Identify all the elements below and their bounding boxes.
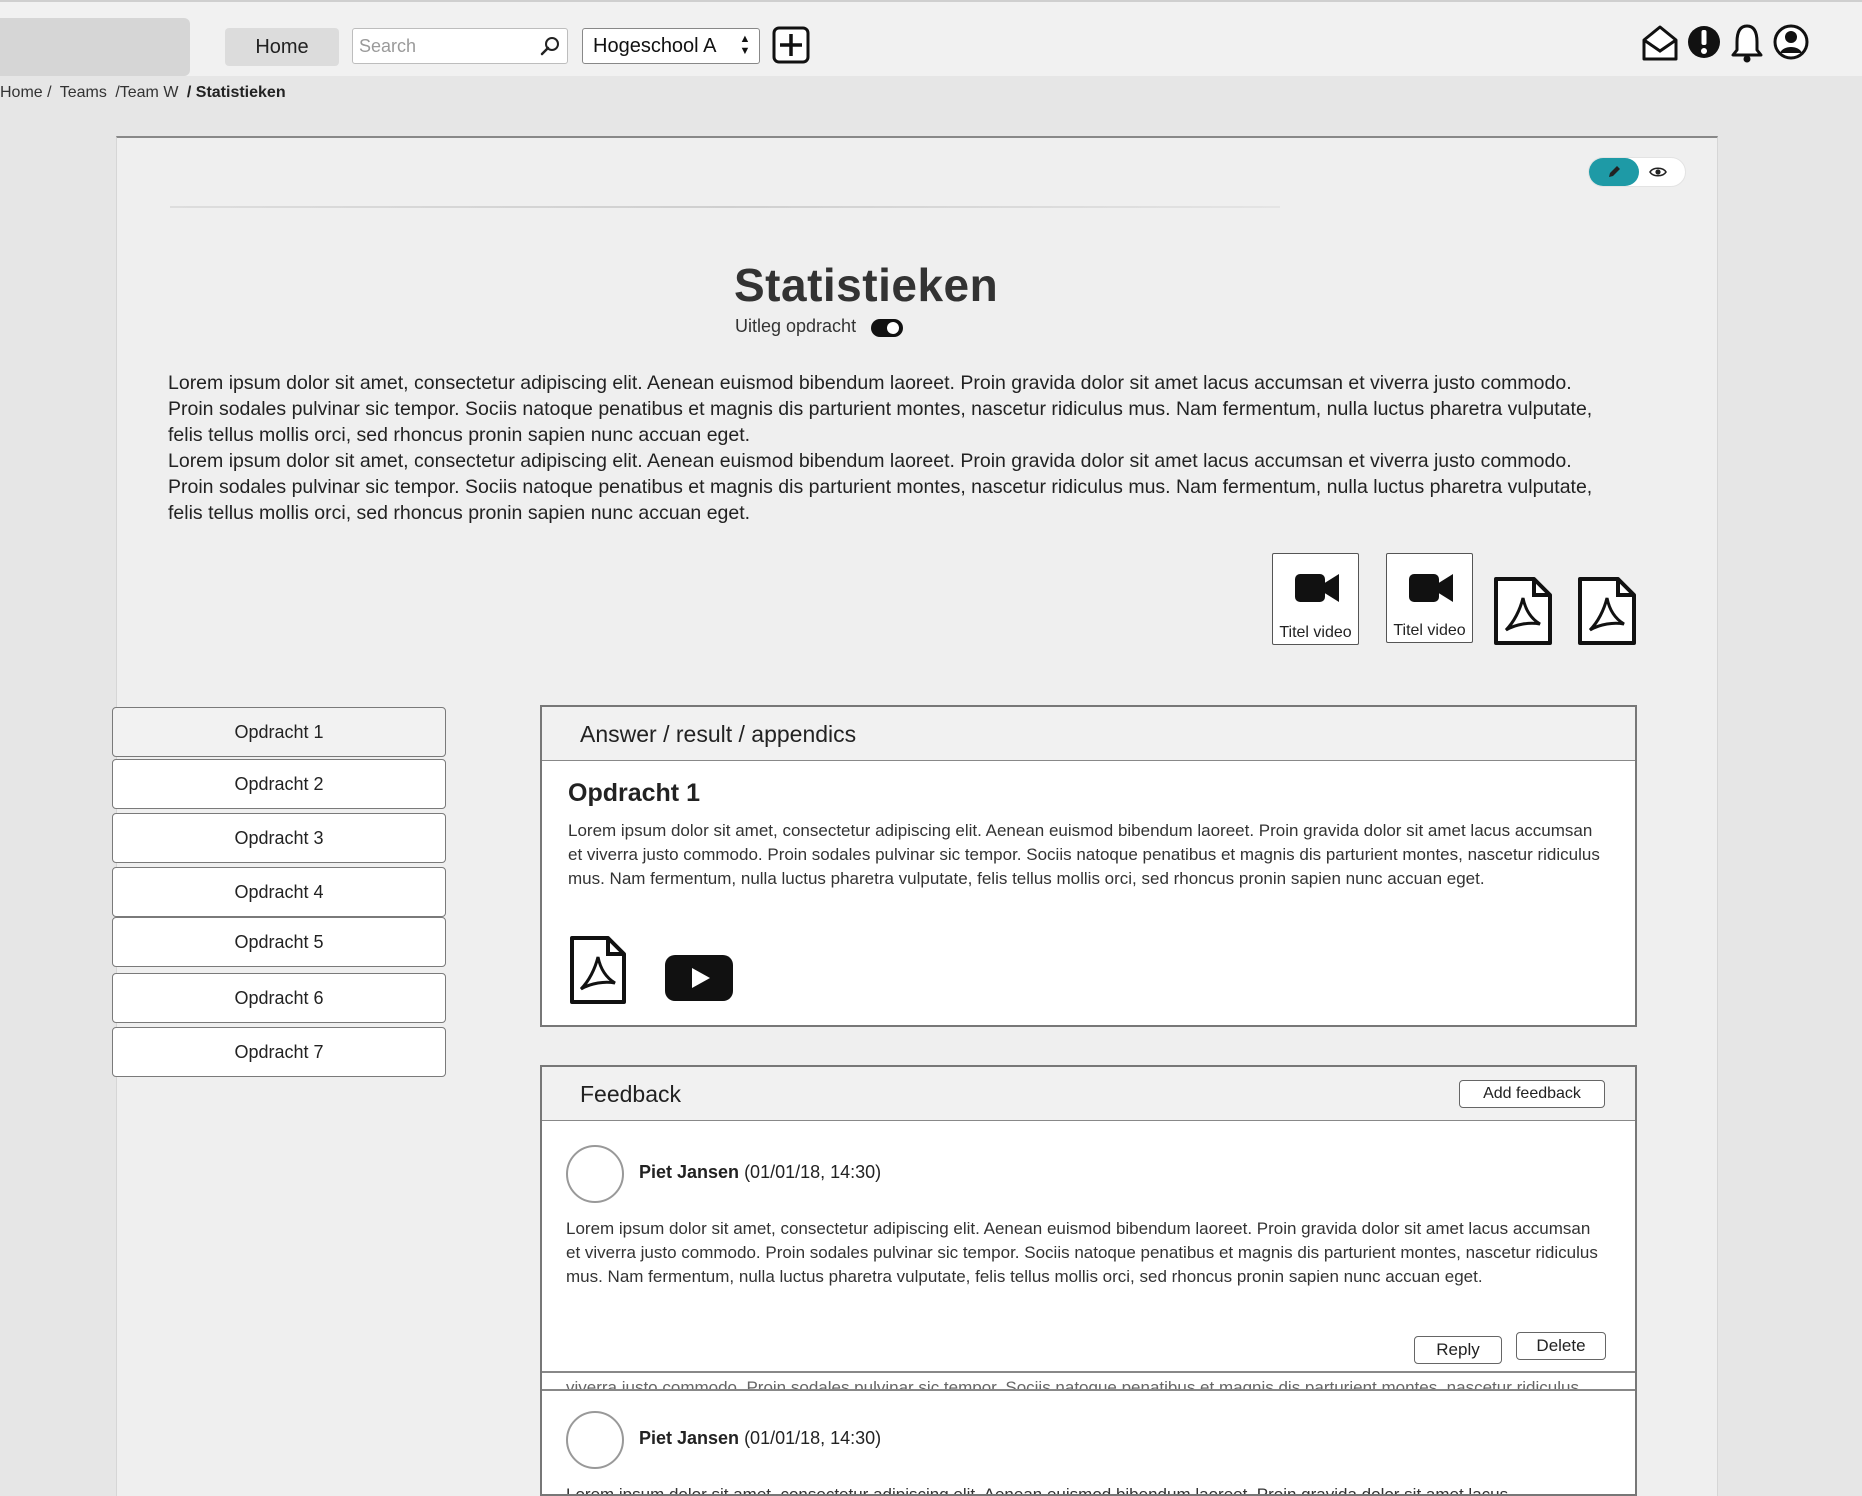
answer-panel: Answer / result / appendics Opdracht 1 L…: [540, 705, 1637, 1027]
intro-paragraph: Lorem ipsum dolor sit amet, consectetur …: [168, 450, 1593, 524]
intro-text: Lorem ipsum dolor sit amet, consectetur …: [168, 370, 1618, 526]
video-card[interactable]: Titel video: [1272, 553, 1359, 645]
feedback-date: (01/01/18, 14:30): [744, 1162, 882, 1182]
reply-button[interactable]: Reply: [1414, 1336, 1502, 1364]
breadcrumb-team[interactable]: /Team W: [115, 84, 178, 101]
pdf-icon[interactable]: [568, 935, 628, 1005]
uitleg-toggle[interactable]: [870, 317, 904, 339]
feedback-author-line: Piet Jansen (01/01/18, 14:30): [639, 1428, 881, 1449]
top-navigation-bar: Home Hogeschool A ▲▼: [0, 0, 1862, 76]
pdf-icon[interactable]: [1492, 576, 1554, 646]
alert-icon[interactable]: [1686, 22, 1722, 64]
logo-placeholder[interactable]: [0, 18, 190, 76]
sidebar-item-opdracht-2[interactable]: Opdracht 2: [112, 759, 446, 809]
breadcrumb-home[interactable]: Home /: [0, 84, 52, 101]
answer-panel-header: Answer / result / appendics: [542, 707, 1635, 761]
sidebar-item-opdracht-5[interactable]: Opdracht 5: [112, 917, 446, 967]
search-icon[interactable]: [539, 36, 561, 58]
home-button[interactable]: Home: [225, 28, 339, 66]
breadcrumb: Home / Teams /Team W / Statistieken: [0, 84, 290, 102]
user-icon[interactable]: [1772, 22, 1810, 64]
divider: [542, 1371, 1635, 1373]
bell-icon[interactable]: [1729, 22, 1765, 64]
uitleg-label: Uitleg opdracht: [735, 316, 857, 336]
breadcrumb-teams[interactable]: Teams: [60, 84, 107, 101]
edit-view-toggle[interactable]: [1588, 157, 1686, 187]
avatar: [566, 1145, 624, 1203]
answer-title: Opdracht 1: [568, 779, 700, 807]
search-input[interactable]: [357, 31, 532, 61]
school-select-value: Hogeschool A: [593, 35, 717, 57]
video-caption: Titel video: [1393, 622, 1466, 639]
answer-panel-title: Answer / result / appendics: [580, 721, 857, 747]
add-feedback-button[interactable]: Add feedback: [1459, 1080, 1605, 1108]
sidebar-item-opdracht-4[interactable]: Opdracht 4: [112, 867, 446, 917]
feedback-preview-text: viverra justo commodo. Proin sodales pul…: [566, 1378, 1579, 1390]
sidebar-item-opdracht-6[interactable]: Opdracht 6: [112, 973, 446, 1023]
feedback-text: Lorem ipsum dolor sit amet, consectetur …: [566, 1219, 1598, 1286]
add-icon[interactable]: [772, 26, 810, 64]
eye-icon[interactable]: [1649, 164, 1667, 180]
select-arrows-icon: ▲ ▼: [739, 33, 751, 57]
video-camera-icon: [1295, 574, 1339, 602]
pdf-icon[interactable]: [1576, 576, 1638, 646]
avatar: [566, 1411, 624, 1469]
breadcrumb-current: / Statistieken: [186, 84, 286, 101]
school-select[interactable]: Hogeschool A ▲ ▼: [582, 28, 760, 64]
feedback-author-line: Piet Jansen (01/01/18, 14:30): [639, 1162, 881, 1183]
sidebar-item-opdracht-3[interactable]: Opdracht 3: [112, 813, 446, 863]
video-card[interactable]: Titel video: [1386, 553, 1473, 643]
feedback-panel-header: Feedback Add feedback: [542, 1067, 1635, 1121]
sidebar-item-opdracht-7[interactable]: Opdracht 7: [112, 1027, 446, 1077]
delete-button[interactable]: Delete: [1516, 1332, 1606, 1360]
sidebar-item-opdracht-1[interactable]: Opdracht 1: [112, 707, 446, 757]
feedback-text: Lorem ipsum dolor sit amet, consectetur …: [566, 1485, 1509, 1496]
feedback-author: Piet Jansen: [639, 1162, 740, 1182]
youtube-play-icon[interactable]: [664, 953, 734, 1003]
feedback-author: Piet Jansen: [639, 1428, 740, 1448]
search-box: [352, 28, 568, 64]
divider: [170, 206, 1280, 208]
feedback-panel: Feedback Add feedback Piet Jansen (01/01…: [540, 1065, 1637, 1496]
answer-text: Lorem ipsum dolor sit amet, consectetur …: [568, 821, 1600, 888]
divider: [542, 1389, 1635, 1391]
page-title: Statistieken: [734, 259, 999, 311]
feedback-panel-title: Feedback: [580, 1081, 682, 1107]
pencil-icon: [1609, 166, 1620, 177]
video-caption: Titel video: [1279, 624, 1352, 641]
edit-mode-button[interactable]: [1589, 158, 1639, 186]
mail-icon[interactable]: [1641, 22, 1679, 64]
intro-paragraph: Lorem ipsum dolor sit amet, consectetur …: [168, 372, 1593, 446]
feedback-date: (01/01/18, 14:30): [744, 1428, 882, 1448]
video-camera-icon: [1409, 574, 1453, 602]
